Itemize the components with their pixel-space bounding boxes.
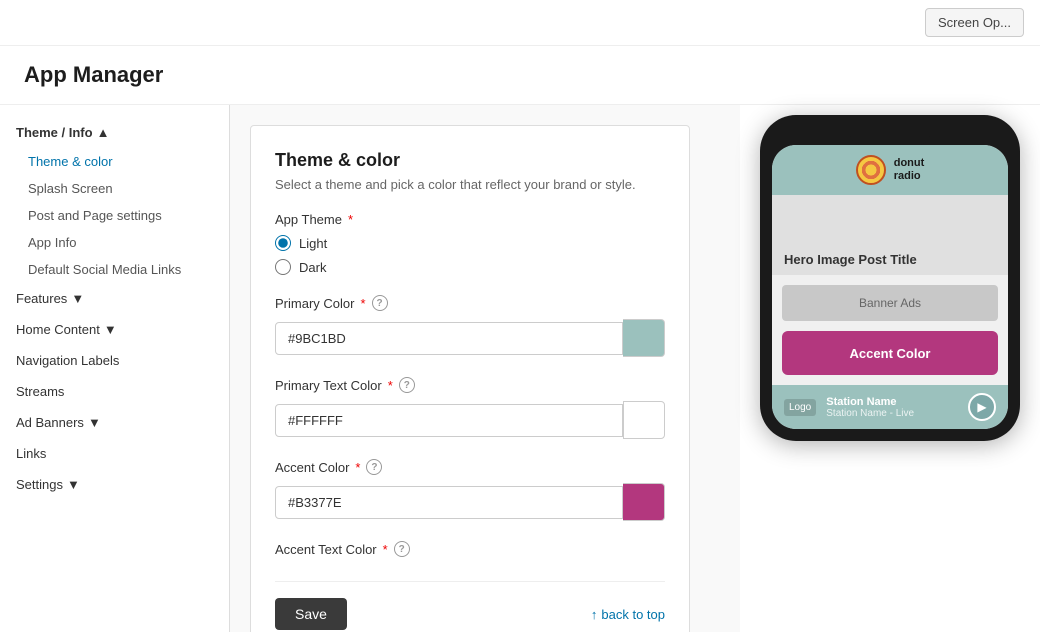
primary-color-swatch[interactable] bbox=[623, 319, 665, 357]
home-content-arrow-icon: ▼ bbox=[104, 322, 117, 337]
hero-title: Hero Image Post Title bbox=[784, 252, 917, 267]
accent-color-input[interactable] bbox=[275, 486, 623, 519]
form-panel: Theme & color Select a theme and pick a … bbox=[250, 125, 690, 632]
dark-theme-label: Dark bbox=[299, 260, 326, 275]
screen-options-button[interactable]: Screen Op... bbox=[925, 8, 1024, 37]
required-marker-primary-text: * bbox=[388, 378, 393, 393]
content-area: Theme & color Select a theme and pick a … bbox=[230, 105, 740, 632]
accent-color-swatch[interactable] bbox=[623, 483, 665, 521]
sidebar-item-post-page-settings[interactable]: Post and Page settings bbox=[0, 202, 229, 229]
accent-color-input-row bbox=[275, 483, 665, 521]
required-marker-primary: * bbox=[360, 296, 365, 311]
sidebar-item-theme-color[interactable]: Theme & color bbox=[0, 148, 229, 175]
sidebar-section-home-content[interactable]: Home Content ▼ bbox=[0, 314, 229, 345]
primary-text-color-help-icon[interactable]: ? bbox=[399, 377, 415, 393]
sidebar-section-links[interactable]: Links bbox=[0, 438, 229, 469]
form-title: Theme & color bbox=[275, 150, 665, 171]
primary-color-input-row bbox=[275, 319, 665, 357]
ad-banners-arrow-icon: ▼ bbox=[88, 415, 101, 430]
phone-accent-button: Accent Color bbox=[782, 331, 998, 375]
back-to-top-link[interactable]: ↑ back to top bbox=[591, 607, 665, 622]
play-icon: ▶ bbox=[977, 400, 986, 414]
app-theme-field: App Theme * Light Dark bbox=[275, 212, 665, 275]
sidebar: Theme / Info ▲ Theme & color Splash Scre… bbox=[0, 105, 230, 632]
back-to-top-label: back to top bbox=[601, 607, 665, 622]
accent-text-color-help-icon[interactable]: ? bbox=[394, 541, 410, 557]
sidebar-item-app-info[interactable]: App Info bbox=[0, 229, 229, 256]
brand-name: donutradio bbox=[894, 157, 925, 183]
primary-color-field: Primary Color * ? bbox=[275, 295, 665, 357]
phone-logo-label: Logo bbox=[784, 399, 816, 416]
accent-text-color-field: Accent Text Color * ? bbox=[275, 541, 665, 557]
primary-color-input[interactable] bbox=[275, 322, 623, 355]
sidebar-ad-banners-label: Ad Banners bbox=[16, 415, 84, 430]
primary-text-color-input[interactable] bbox=[275, 404, 623, 437]
primary-text-color-swatch[interactable] bbox=[623, 401, 665, 439]
phone-top-bar: donutradio bbox=[772, 145, 1008, 195]
light-theme-option[interactable]: Light bbox=[275, 235, 665, 251]
sidebar-navigation-labels-label: Navigation Labels bbox=[16, 353, 119, 368]
phone-brand: donutradio bbox=[856, 155, 925, 185]
phone-frame: donutradio Hero Image Post Title Banner … bbox=[760, 115, 1020, 441]
sidebar-section-streams[interactable]: Streams bbox=[0, 376, 229, 407]
sidebar-section-theme-info-label: Theme / Info bbox=[16, 125, 93, 140]
accent-color-field: Accent Color * ? bbox=[275, 459, 665, 521]
theme-radio-group: Light Dark bbox=[275, 235, 665, 275]
required-marker-accent: * bbox=[355, 460, 360, 475]
primary-text-color-field: Primary Text Color * ? bbox=[275, 377, 665, 439]
form-actions: Save ↑ back to top bbox=[275, 581, 665, 630]
phone-bottom-bar: Logo Station Name Station Name - Live ▶ bbox=[772, 385, 1008, 429]
form-subtitle: Select a theme and pick a color that ref… bbox=[275, 177, 665, 192]
required-marker: * bbox=[348, 212, 353, 227]
sidebar-section-ad-banners[interactable]: Ad Banners ▼ bbox=[0, 407, 229, 438]
save-button[interactable]: Save bbox=[275, 598, 347, 630]
sidebar-section-navigation-labels[interactable]: Navigation Labels bbox=[0, 345, 229, 376]
sidebar-section-features[interactable]: Features ▼ bbox=[0, 283, 229, 314]
sidebar-streams-label: Streams bbox=[16, 384, 64, 399]
primary-color-label: Primary Color * ? bbox=[275, 295, 665, 311]
primary-text-color-label: Primary Text Color * ? bbox=[275, 377, 665, 393]
light-theme-label: Light bbox=[299, 236, 327, 251]
sidebar-links-label: Links bbox=[16, 446, 46, 461]
phone-hero-image: Hero Image Post Title bbox=[772, 195, 1008, 275]
accent-color-help-icon[interactable]: ? bbox=[366, 459, 382, 475]
phone-station-name: Station Name bbox=[826, 396, 958, 408]
sidebar-item-default-social-media-links[interactable]: Default Social Media Links bbox=[0, 256, 229, 283]
dark-theme-option[interactable]: Dark bbox=[275, 259, 665, 275]
phone-station-info: Station Name Station Name - Live bbox=[826, 396, 958, 419]
sidebar-item-splash-screen[interactable]: Splash Screen bbox=[0, 175, 229, 202]
app-theme-label: App Theme * bbox=[275, 212, 665, 227]
primary-color-help-icon[interactable]: ? bbox=[372, 295, 388, 311]
sidebar-section-theme-info[interactable]: Theme / Info ▲ bbox=[0, 117, 229, 148]
phone-notch bbox=[850, 127, 930, 145]
up-arrow-icon: ↑ bbox=[591, 607, 598, 622]
features-arrow-icon: ▼ bbox=[71, 291, 84, 306]
sidebar-home-content-label: Home Content bbox=[16, 322, 100, 337]
theme-info-arrow-icon: ▲ bbox=[97, 125, 110, 140]
phone-preview: donutradio Hero Image Post Title Banner … bbox=[740, 105, 1040, 632]
accent-text-color-label: Accent Text Color * ? bbox=[275, 541, 665, 557]
phone-banner-ads: Banner Ads bbox=[782, 285, 998, 321]
donut-icon bbox=[856, 155, 886, 185]
sidebar-settings-label: Settings bbox=[16, 477, 63, 492]
phone-play-button: ▶ bbox=[968, 393, 996, 421]
accent-color-label: Accent Color * ? bbox=[275, 459, 665, 475]
sidebar-section-settings[interactable]: Settings ▼ bbox=[0, 469, 229, 500]
required-marker-accent-text: * bbox=[383, 542, 388, 557]
phone-station-sub: Station Name - Live bbox=[826, 408, 958, 419]
sidebar-features-label: Features bbox=[16, 291, 67, 306]
light-theme-radio[interactable] bbox=[275, 235, 291, 251]
primary-text-color-input-row bbox=[275, 401, 665, 439]
phone-screen: donutradio Hero Image Post Title Banner … bbox=[772, 145, 1008, 429]
settings-arrow-icon: ▼ bbox=[67, 477, 80, 492]
page-title: App Manager bbox=[0, 46, 1040, 105]
dark-theme-radio[interactable] bbox=[275, 259, 291, 275]
